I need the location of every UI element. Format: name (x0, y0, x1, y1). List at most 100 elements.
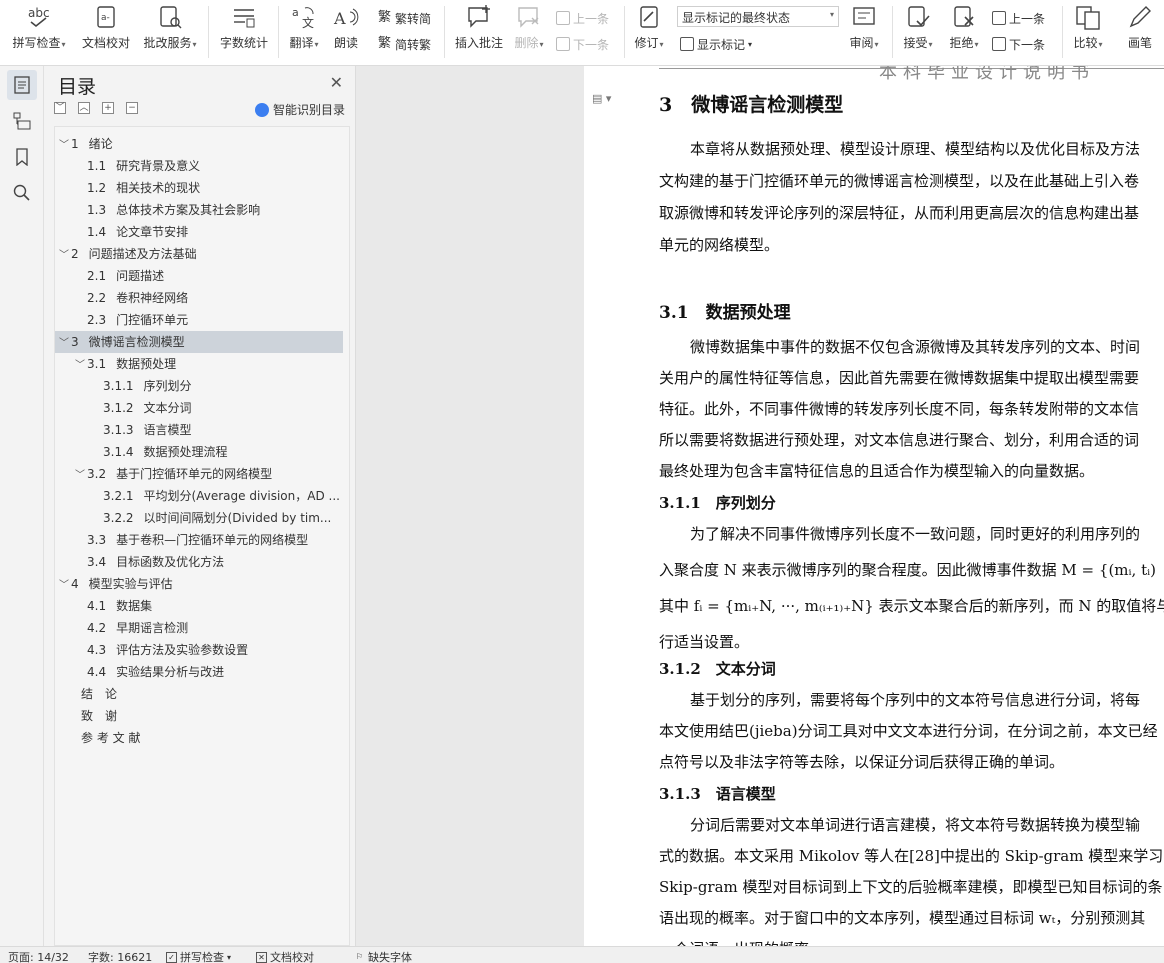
page-indicator[interactable]: 页面: 14/32 (8, 949, 69, 963)
annotation-service-icon (157, 4, 183, 30)
toc-item[interactable]: ﹀ 3 微博谣言检测模型 (55, 331, 343, 353)
toc-item[interactable]: 1.2 相关技术的现状 (55, 177, 343, 199)
prev-comment-button[interactable]: 上一条 (556, 8, 609, 28)
toc-item-number: 3.4 (87, 555, 107, 569)
toc-item[interactable]: 3.2.2 以时间间隔划分(Divided by tim... (55, 507, 343, 529)
toc-item[interactable]: 3.1.3 语言模型 (55, 419, 343, 441)
toc-item[interactable]: ﹀ 3.1 数据预处理 (55, 353, 343, 375)
toc-item[interactable]: ﹀ 3.2 基于门控循环单元的网络模型 (55, 463, 343, 485)
annotation-service-button[interactable]: 批改服务▾ (140, 4, 200, 58)
simp-convert-button[interactable]: 繁 简转繁 (378, 34, 431, 54)
smart-toc-button[interactable]: 智能识别目录 (254, 101, 345, 118)
delete-comment-button[interactable]: 删除▾ (510, 4, 548, 58)
chevron-down-icon[interactable]: ﹀ (75, 355, 87, 375)
toc-item[interactable]: 3.1.1 序列划分 (55, 375, 343, 397)
collapse-all-icon[interactable]: ﹀ (54, 102, 66, 114)
toc-item-label: 绪论 (88, 137, 113, 151)
delete-comment-label: 删除 (514, 36, 539, 50)
toc-item[interactable]: 2.1 问题描述 (55, 265, 343, 287)
toc-item[interactable]: 参 考 文 献 (55, 727, 343, 749)
chevron-down-icon[interactable]: ﹀ (59, 135, 71, 155)
toc-item[interactable]: 4.4 实验结果分析与改进 (55, 661, 343, 683)
toc-item[interactable]: 3.4 目标函数及优化方法 (55, 551, 343, 573)
doc-proofread-label: 文档校对 (81, 36, 130, 50)
toc-item[interactable]: 4.3 评估方法及实验参数设置 (55, 639, 343, 661)
add-heading-icon[interactable]: + (102, 102, 114, 114)
proofread-status-label: 文档校对 (270, 951, 314, 963)
missing-font-label: 缺失字体 (368, 951, 412, 963)
toc-item[interactable]: 结 论 (55, 683, 343, 705)
expand-all-icon[interactable]: ︿ (78, 102, 90, 114)
toc-item[interactable]: 2.2 卷积神经网络 (55, 287, 343, 309)
next-change-button[interactable]: 下一条 (992, 34, 1045, 54)
next-comment-button[interactable]: 下一条 (556, 34, 609, 54)
chevron-down-icon[interactable]: ﹀ (59, 575, 71, 595)
missing-font-indicator[interactable]: ⚐ 缺失字体 (354, 949, 412, 963)
translate-button[interactable]: a文 翻译▾ (284, 4, 324, 58)
spell-check-button[interactable]: abc 拼写检查▾ (8, 4, 70, 58)
toc-item[interactable]: ﹀ 1 绪论 (55, 133, 343, 155)
toc-item[interactable]: 3.1.2 文本分词 (55, 397, 343, 419)
toc-item-number: 3.1.4 (103, 445, 134, 459)
close-icon[interactable]: ✕ (330, 73, 343, 92)
chapter-tree-icon (13, 112, 31, 130)
toc-item[interactable]: 3.2.1 平均划分(Average division，AD ... (55, 485, 343, 507)
toc-item[interactable]: 3.1.4 数据预处理流程 (55, 441, 343, 463)
insert-comment-button[interactable]: 插入批注 (452, 4, 506, 58)
toc-item[interactable]: 1.4 论文章节安排 (55, 221, 343, 243)
section-heading-3-1-2: 3.1.2 文本分词 (659, 660, 776, 678)
toc-item[interactable]: 4.2 早期谣言检测 (55, 617, 343, 639)
prev-change-label: 上一条 (1009, 11, 1046, 26)
search-button[interactable] (7, 178, 37, 208)
paragraph-line: 微博数据集中事件的数据不仅包含源微博及其转发序列的文本、时间 (690, 338, 1141, 356)
toc-item[interactable]: 致 谢 (55, 705, 343, 727)
toc-item[interactable]: 2.3 门控循环单元 (55, 309, 343, 331)
toc-item-label: 数据预处理流程 (143, 445, 228, 459)
toc-item-label: 目标函数及优化方法 (116, 555, 225, 569)
paragraph-line: 本文使用结巴(jieba)分词工具对中文文本进行分词，在分词之前，本文已经 (659, 722, 1158, 740)
pen-button[interactable]: 画笔 (1120, 4, 1160, 58)
toc-item[interactable]: 1.3 总体技术方案及其社会影响 (55, 199, 343, 221)
bookmark-button[interactable] (7, 142, 37, 172)
chevron-down-icon[interactable]: ﹀ (75, 465, 87, 485)
toc-list: ﹀ 1 绪论 1.1 研究背景及意义 1.2 相关技术的现状 1.3 总体技术方案及其社会影响 1… (54, 126, 350, 946)
paragraph-handle-icon[interactable]: ▤ ▾ (592, 92, 611, 105)
revise-label: 修订 (634, 36, 659, 50)
word-count-button[interactable]: 字数统计 (216, 4, 272, 58)
read-aloud-button[interactable]: A 朗读 (328, 4, 364, 58)
toc-pane-button[interactable] (7, 70, 37, 100)
chevron-down-icon[interactable]: ﹀ (59, 333, 71, 353)
toc-item-number: 1.2 (87, 181, 107, 195)
trad-convert-button[interactable]: 繁 繁转简 (378, 8, 431, 28)
remove-heading-icon[interactable]: − (126, 102, 138, 114)
toc-item-label: 数据集 (116, 599, 153, 613)
toc-item-label: 总体技术方案及其社会影响 (116, 203, 261, 217)
paragraph-line: 最终处理为包含丰富特征信息的且适合作为模型输入的向量数据。 (659, 462, 1095, 480)
toc-item[interactable]: 1.1 研究背景及意义 (55, 155, 343, 177)
accept-label: 接受 (903, 36, 928, 50)
paragraph-line: 点符号以及非法字符等去除，以保证分词后获得正确的单词。 (659, 753, 1065, 771)
prev-change-button[interactable]: 上一条 (992, 8, 1045, 28)
review-button[interactable]: 审阅▾ (844, 4, 884, 58)
toc-item[interactable]: 3.3 基于卷积—门控循环单元的网络模型 (55, 529, 343, 551)
chapter-nav-button[interactable] (7, 106, 37, 136)
accept-button[interactable]: 接受▾ (898, 4, 938, 58)
toc-item-number: 3.3 (87, 533, 107, 547)
toc-item[interactable]: 4.1 数据集 (55, 595, 343, 617)
chevron-down-icon[interactable]: ﹀ (59, 245, 71, 265)
paragraph-line: 一个词语，出现的概率 (659, 938, 809, 946)
ribbon-separator (444, 6, 445, 58)
toc-item[interactable]: ﹀ 4 模型实验与评估 (55, 573, 343, 595)
toc-item-label: 问题描述及方法基础 (88, 247, 197, 261)
word-count-indicator[interactable]: 字数: 16621 (88, 949, 152, 963)
proofread-toggle[interactable]: ✕ 文档校对 (256, 949, 314, 963)
reject-button[interactable]: 拒绝▾ (944, 4, 984, 58)
show-markup-button[interactable]: 显示标记 ▾ (680, 34, 752, 54)
markup-state-select[interactable]: 显示标记的最终状态 ▾ (677, 6, 839, 27)
revise-button[interactable]: 修订▾ (630, 4, 668, 58)
compare-button[interactable]: 比较▾ (1068, 4, 1108, 58)
spell-check-toggle[interactable]: ✓ 拼写检查 ▾ (166, 949, 231, 963)
document-page[interactable]: 本科毕业设计说明书 ▤ ▾ 3 微博谣言检测模型 本章将从数据预处理、模型设计原… (584, 66, 1164, 946)
doc-proofread-button[interactable]: a- 文档校对 (78, 4, 134, 58)
toc-item[interactable]: ﹀ 2 问题描述及方法基础 (55, 243, 343, 265)
